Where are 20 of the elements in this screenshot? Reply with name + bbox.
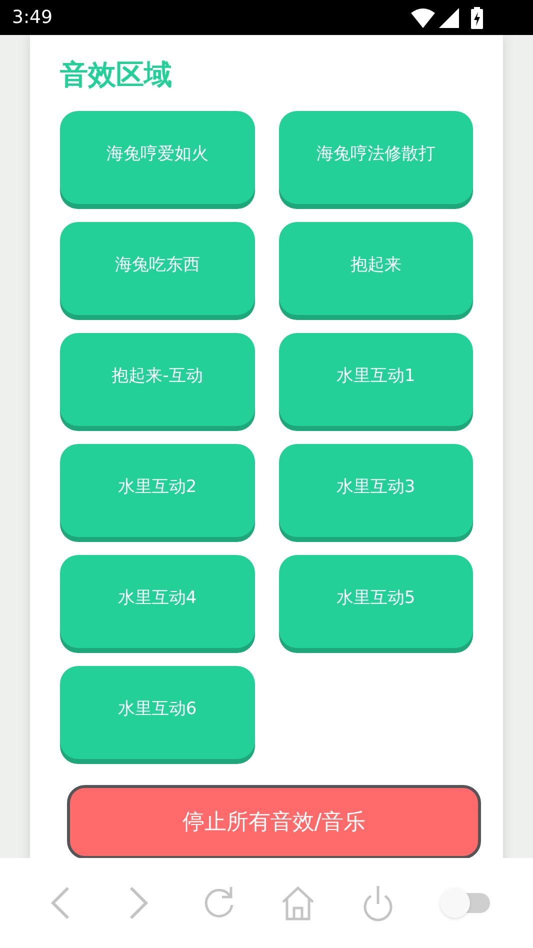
sound-button[interactable]: 水里互动3: [278, 444, 473, 537]
sound-button[interactable]: 水里互动1: [278, 333, 473, 426]
sound-button[interactable]: 抱起来: [278, 222, 473, 315]
toggle-switch[interactable]: [440, 888, 490, 918]
section-title: 音效区域: [60, 57, 173, 93]
sound-button[interactable]: 海兔哼法修散打: [278, 111, 473, 204]
sound-button[interactable]: 水里互动4: [60, 555, 254, 648]
sound-button[interactable]: 海兔吃东西: [60, 222, 254, 315]
sound-button[interactable]: 海兔哼爱如火: [60, 111, 254, 204]
battery-icon: [471, 6, 483, 28]
sound-button[interactable]: 水里互动5: [278, 555, 473, 648]
stop-all-button[interactable]: 停止所有音效/音乐: [67, 785, 481, 858]
sound-button[interactable]: 水里互动2: [60, 444, 254, 537]
power-icon[interactable]: [360, 884, 395, 922]
status-time: 3:49: [12, 6, 52, 30]
sound-button[interactable]: 水里互动6: [60, 666, 254, 759]
home-icon[interactable]: [281, 884, 316, 922]
sound-button[interactable]: 抱起来-互动: [60, 333, 254, 426]
wifi-icon: [411, 8, 435, 28]
signal-icon: [439, 8, 459, 28]
